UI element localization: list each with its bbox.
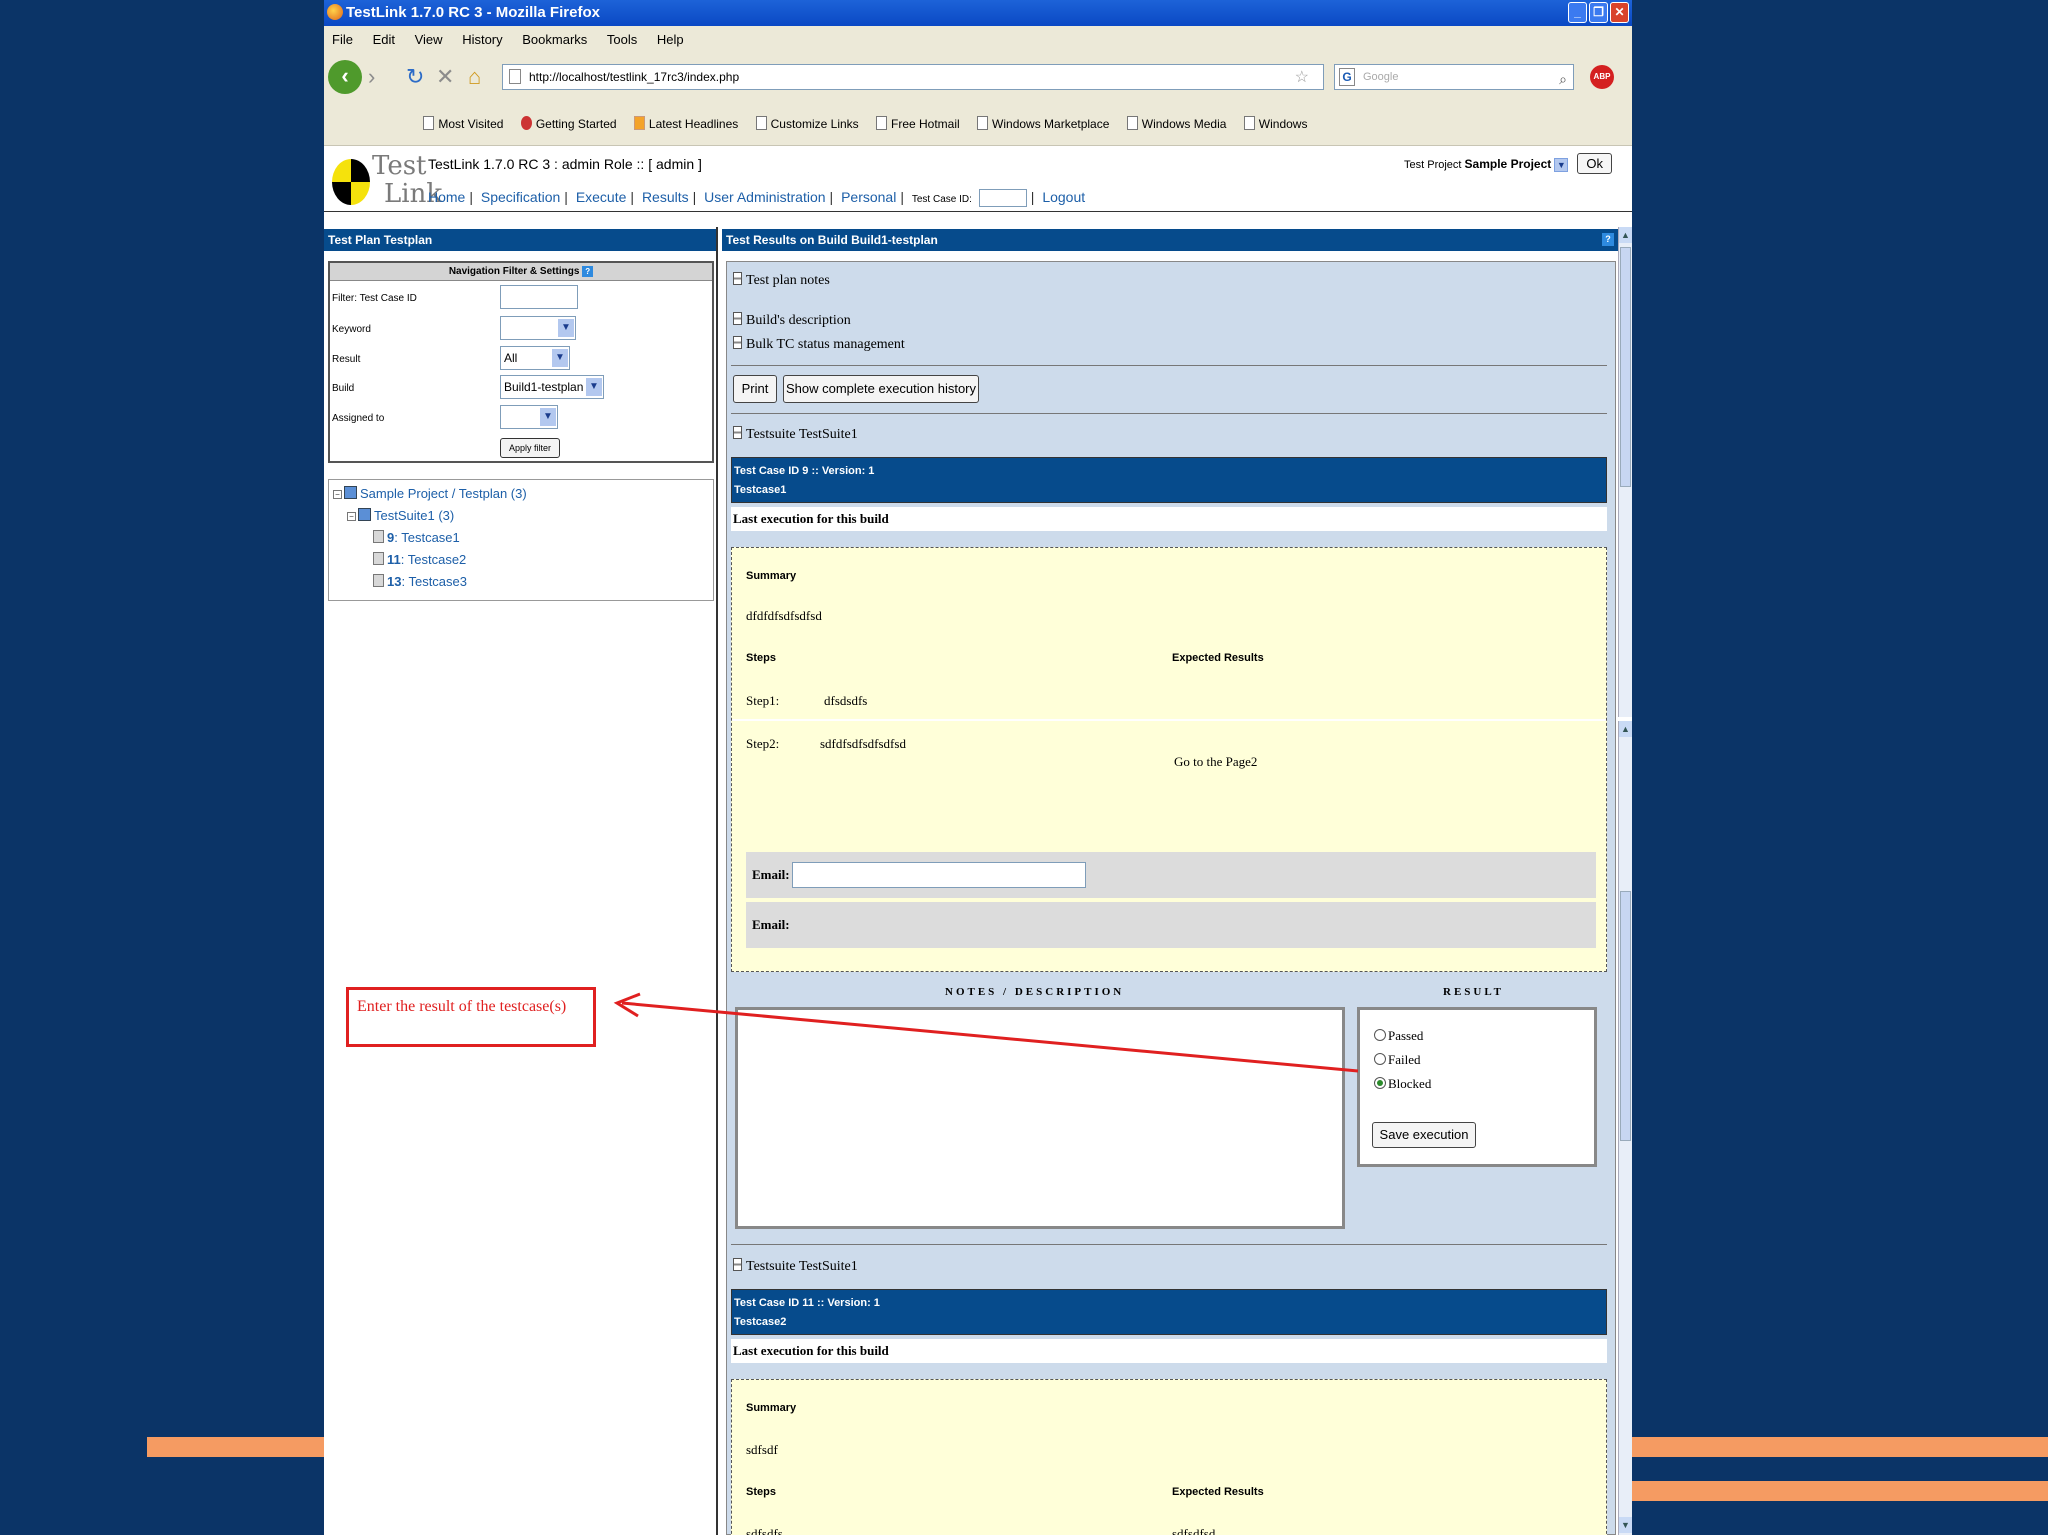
annotation-arrow (613, 992, 1359, 1073)
